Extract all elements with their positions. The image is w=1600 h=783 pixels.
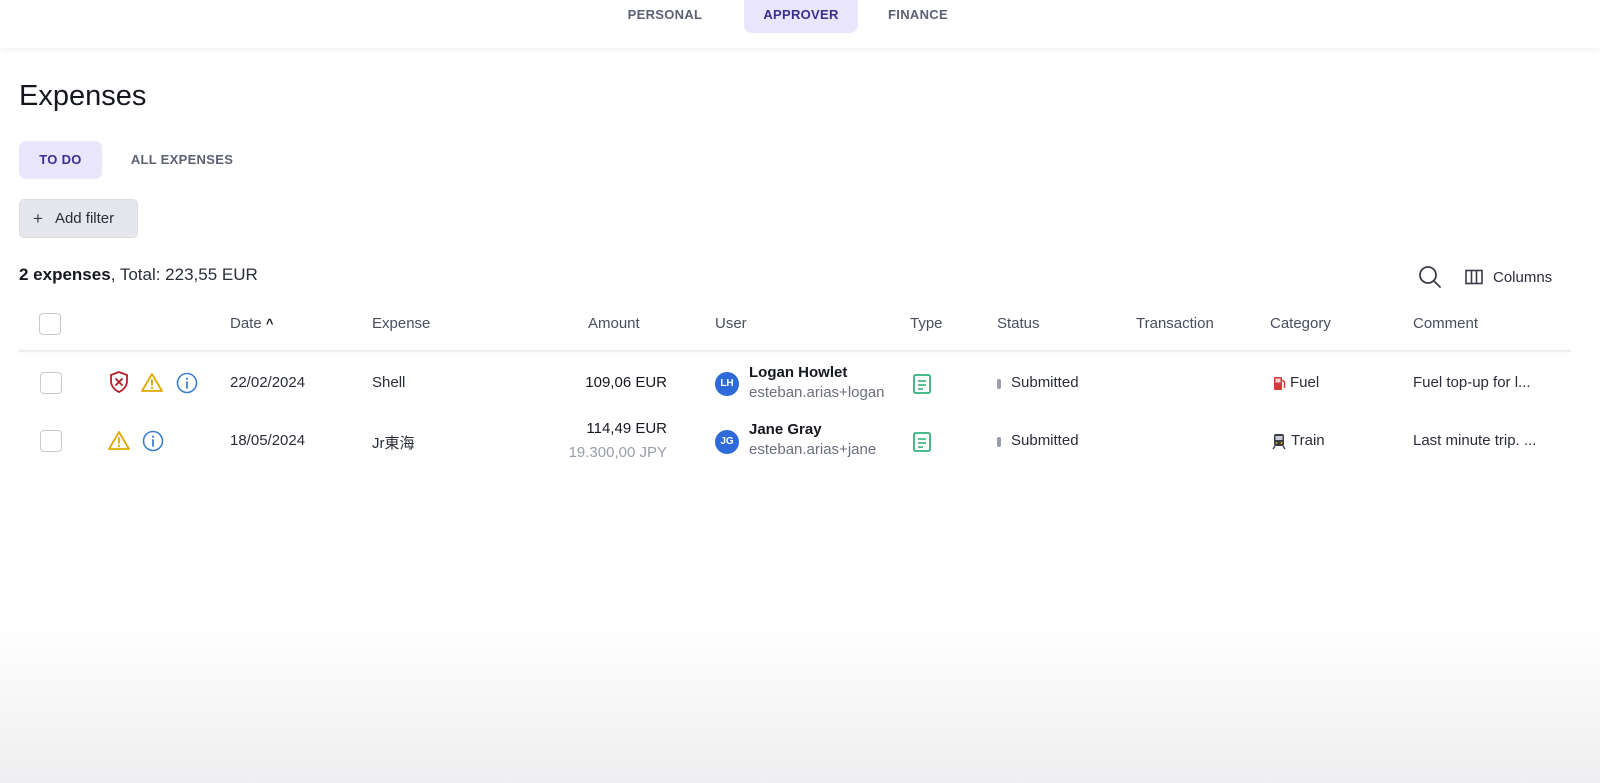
expense-amount: 114,49 EUR [586,420,667,437]
page-background [0,620,1600,783]
expense-date: 18/05/2024 [230,432,306,449]
table-header-divider [19,350,1571,352]
user-name: Logan Howlet [749,364,848,381]
train-icon [1272,434,1286,450]
expense-merchant: Jr東海 [372,435,415,452]
user-email: esteban.arias+jane [749,441,877,458]
column-header-amount[interactable]: Amount [588,315,640,332]
column-header-type[interactable]: Type [910,315,943,332]
avatar: JG [715,430,739,454]
role-switcher-bar: PERSONAL APPROVER FINANCE [0,0,1600,48]
status-indicator [997,379,1001,389]
plus-icon: + [33,208,43,228]
columns-label: Columns [1493,268,1553,286]
avatar: LH [715,372,739,396]
expense-amount: 109,06 EUR [585,374,667,391]
status-badge: Submitted [1011,374,1079,391]
info-icon[interactable] [176,372,198,394]
add-filter-label: Add filter [54,210,115,227]
category-label: Train [1291,432,1325,449]
column-header-transaction[interactable]: Transaction [1136,315,1214,332]
column-header-expense[interactable]: Expense [372,315,430,332]
expense-date: 22/02/2024 [230,374,306,391]
row-checkbox[interactable] [40,372,62,394]
column-header-category[interactable]: Category [1270,315,1331,332]
shield-alert-icon [110,371,128,393]
columns-icon [1465,269,1483,285]
expense-comment: Fuel top-up for l... [1413,374,1531,391]
expense-count: 2 expenses [19,265,111,284]
receipt-icon [913,432,931,452]
add-filter-button[interactable]: + Add filter [19,199,138,238]
expense-comment: Last minute trip. ... [1413,432,1537,449]
select-all-checkbox[interactable] [39,313,61,335]
role-tab-personal[interactable]: PERSONAL [620,0,710,33]
fuel-pump-icon [1274,377,1286,390]
role-tab-approver[interactable]: APPROVER [744,0,858,33]
column-header-date[interactable]: Date ^ [230,315,273,332]
role-tab-finance[interactable]: FINANCE [876,0,960,33]
page-title: Expenses [19,80,147,112]
status-indicator [997,437,1001,447]
expenses-summary: 2 expenses, Total: 223,55 EUR [19,265,258,285]
info-icon[interactable] [142,430,164,452]
search-icon [1419,266,1441,288]
status-badge: Submitted [1011,432,1079,449]
tab-to-do[interactable]: TO DO [19,141,102,179]
warning-icon [108,431,130,450]
column-header-status[interactable]: Status [997,315,1040,332]
tab-all-expenses[interactable]: ALL EXPENSES [122,141,242,179]
expense-merchant: Shell [372,374,406,391]
expense-original-amount: 19.300,00 JPY [568,444,667,461]
columns-button[interactable]: Columns [1465,266,1552,288]
column-header-comment[interactable]: Comment [1413,315,1478,332]
sort-ascending-icon: ^ [265,316,274,331]
user-email: esteban.arias+logan [749,384,884,401]
category-label: Fuel [1290,374,1320,391]
row-checkbox[interactable] [40,430,62,452]
search-button[interactable] [1417,264,1443,290]
column-header-user[interactable]: User [715,315,747,332]
user-name: Jane Gray [749,421,822,438]
warning-icon [141,373,163,392]
expense-total: , Total: 223,55 EUR [110,265,258,284]
receipt-icon [913,374,931,394]
